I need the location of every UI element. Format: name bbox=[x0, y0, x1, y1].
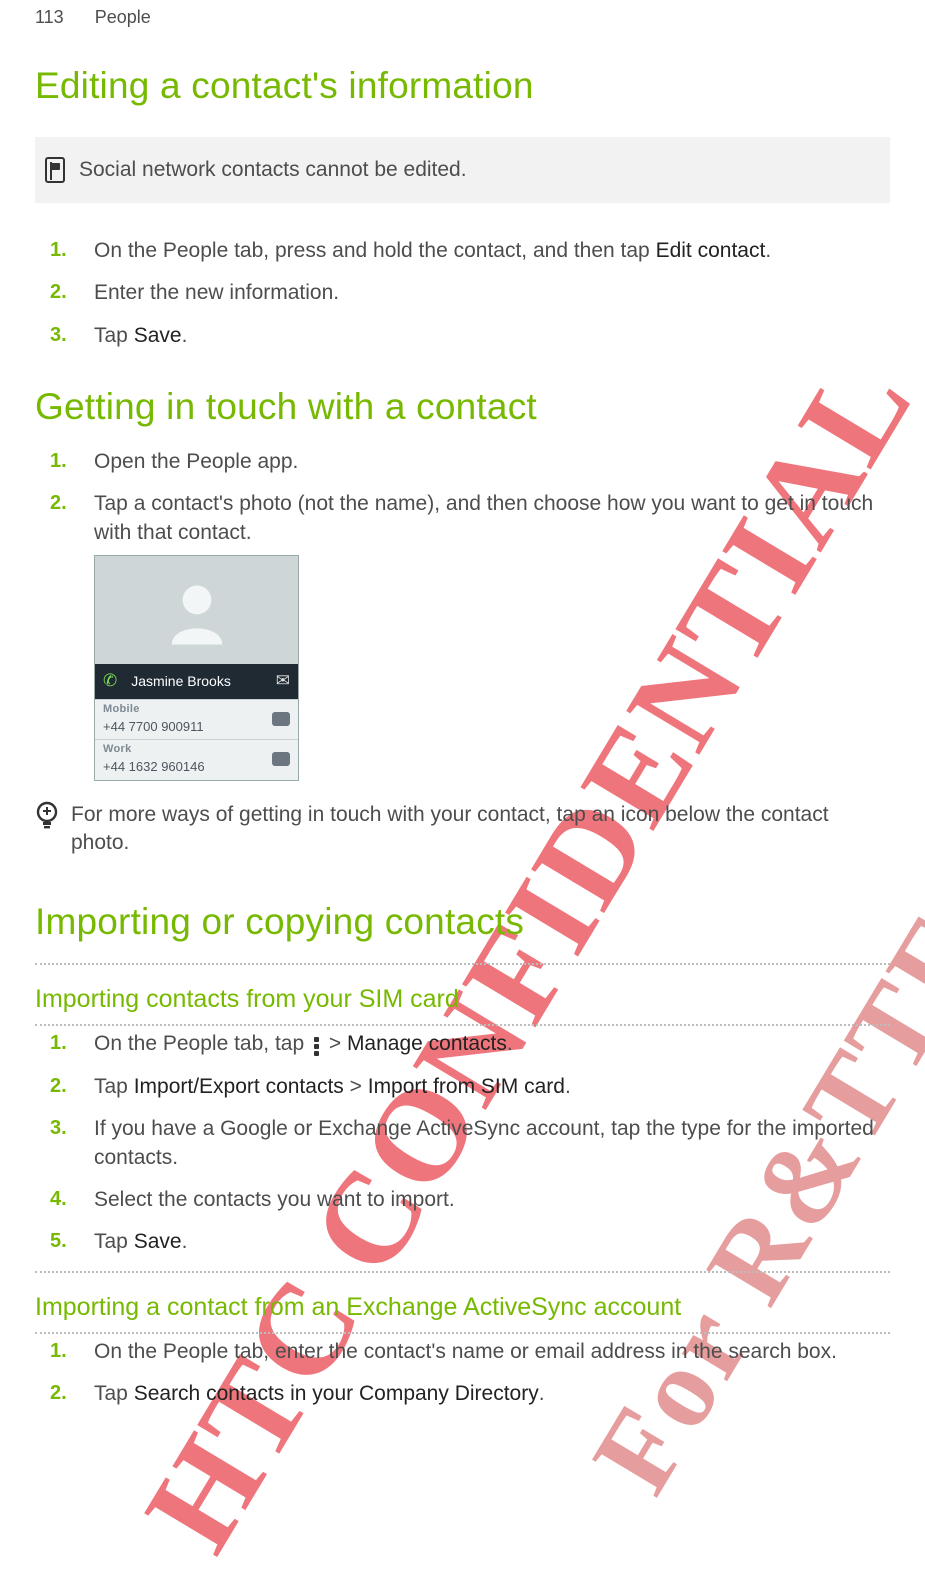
tip-text: For more ways of getting in touch with y… bbox=[71, 801, 890, 858]
step-text: Select the contacts you want to import. bbox=[94, 1188, 455, 1211]
ui-label-edit-contact: Edit contact bbox=[656, 239, 766, 262]
step-item: Select the contacts you want to import. bbox=[90, 1186, 888, 1214]
step-text: If you have a Google or Exchange ActiveS… bbox=[94, 1117, 874, 1168]
divider bbox=[35, 1024, 890, 1026]
sms-icon bbox=[272, 752, 290, 766]
step-item: Tap Save. bbox=[90, 322, 888, 350]
step-item: Open the People app. bbox=[90, 448, 888, 476]
step-text: > bbox=[323, 1032, 347, 1055]
step-text: . bbox=[539, 1382, 545, 1405]
step-text: Tap bbox=[94, 1075, 134, 1098]
step-item: On the People tab, enter the contact's n… bbox=[90, 1338, 888, 1366]
step-text: . bbox=[565, 1075, 571, 1098]
contact-name: Jasmine Brooks bbox=[131, 672, 231, 691]
divider bbox=[35, 1332, 890, 1334]
step-item: On the People tab, tap > Manage contacts… bbox=[90, 1030, 888, 1058]
contact-photo-placeholder bbox=[95, 556, 298, 664]
ui-label-save: Save bbox=[134, 324, 182, 347]
person-silhouette-icon bbox=[161, 576, 233, 648]
ui-label-save: Save bbox=[134, 1230, 182, 1253]
step-text: . bbox=[507, 1032, 513, 1055]
header-row: 113 People bbox=[35, 0, 890, 43]
step-text: . bbox=[182, 324, 188, 347]
contact-card-screenshot: ✆ Jasmine Brooks ✉ Mobile +44 7700 90091… bbox=[94, 555, 299, 781]
page-content: 113 People Editing a contact's informati… bbox=[0, 0, 925, 1457]
step-item: On the People tab, press and hold the co… bbox=[90, 237, 888, 265]
step-text: On the People tab, press and hold the co… bbox=[94, 239, 656, 262]
steps-sim-import: On the People tab, tap > Manage contacts… bbox=[35, 1030, 890, 1256]
ui-label-import-from-sim: Import from SIM card bbox=[368, 1075, 565, 1098]
mobile-number: +44 7700 900911 bbox=[103, 718, 204, 736]
tip-box: For more ways of getting in touch with y… bbox=[35, 795, 890, 866]
step-text: Enter the new information. bbox=[94, 281, 339, 304]
steps-getting-in-touch: Open the People app. Tap a contact's pho… bbox=[35, 448, 890, 781]
heading-importing: Importing or copying contacts bbox=[35, 901, 890, 943]
step-item: If you have a Google or Exchange ActiveS… bbox=[90, 1115, 888, 1172]
page-number: 113 bbox=[35, 7, 64, 27]
heading-getting-in-touch: Getting in touch with a contact bbox=[35, 386, 890, 428]
step-text: Tap a contact's photo (not the name), an… bbox=[94, 492, 873, 543]
step-item: Tap Import/Export contacts > Import from… bbox=[90, 1073, 888, 1101]
step-item: Enter the new information. bbox=[90, 279, 888, 307]
step-item: Tap Search contacts in your Company Dire… bbox=[90, 1380, 888, 1408]
step-text: . bbox=[182, 1230, 188, 1253]
ui-label-import-export: Import/Export contacts bbox=[134, 1075, 344, 1098]
heading-editing-contact: Editing a contact's information bbox=[35, 65, 890, 107]
ui-label-search-company-dir: Search contacts in your Company Director… bbox=[134, 1382, 539, 1405]
step-text: Tap bbox=[94, 1230, 134, 1253]
overflow-menu-icon bbox=[313, 1037, 320, 1055]
message-icon: ✉ bbox=[276, 670, 290, 693]
ui-label-manage-contacts: Manage contacts bbox=[347, 1032, 507, 1055]
work-number: +44 1632 960146 bbox=[103, 758, 205, 776]
mobile-label: Mobile bbox=[103, 702, 204, 717]
step-item: Tap a contact's photo (not the name), an… bbox=[90, 490, 888, 780]
step-text: Tap bbox=[94, 324, 134, 347]
step-text: On the People tab, enter the contact's n… bbox=[94, 1340, 837, 1363]
sms-icon bbox=[272, 712, 290, 726]
note-box: Social network contacts cannot be edited… bbox=[35, 137, 890, 203]
step-text: > bbox=[344, 1075, 368, 1098]
call-icon: ✆ bbox=[103, 670, 117, 693]
step-text: Open the People app. bbox=[94, 450, 298, 473]
step-item: Tap Save. bbox=[90, 1228, 888, 1256]
divider bbox=[35, 963, 890, 965]
contact-work-row: Work +44 1632 960146 bbox=[95, 739, 298, 779]
step-text: On the People tab, tap bbox=[94, 1032, 310, 1055]
lightbulb-icon bbox=[35, 801, 59, 833]
divider bbox=[35, 1271, 890, 1273]
steps-activesync-import: On the People tab, enter the contact's n… bbox=[35, 1338, 890, 1409]
steps-editing: On the People tab, press and hold the co… bbox=[35, 237, 890, 350]
subheading-activesync-import: Importing a contact from an Exchange Act… bbox=[35, 1293, 890, 1322]
subheading-sim-import: Importing contacts from your SIM card bbox=[35, 985, 890, 1014]
step-text: . bbox=[765, 239, 771, 262]
flag-icon bbox=[45, 157, 65, 183]
note-text: Social network contacts cannot be edited… bbox=[79, 158, 467, 182]
work-label: Work bbox=[103, 742, 205, 757]
section-name: People bbox=[95, 7, 151, 27]
contact-mobile-row: Mobile +44 7700 900911 bbox=[95, 699, 298, 739]
contact-name-band: ✆ Jasmine Brooks ✉ bbox=[95, 664, 298, 699]
step-text: Tap bbox=[94, 1382, 134, 1405]
